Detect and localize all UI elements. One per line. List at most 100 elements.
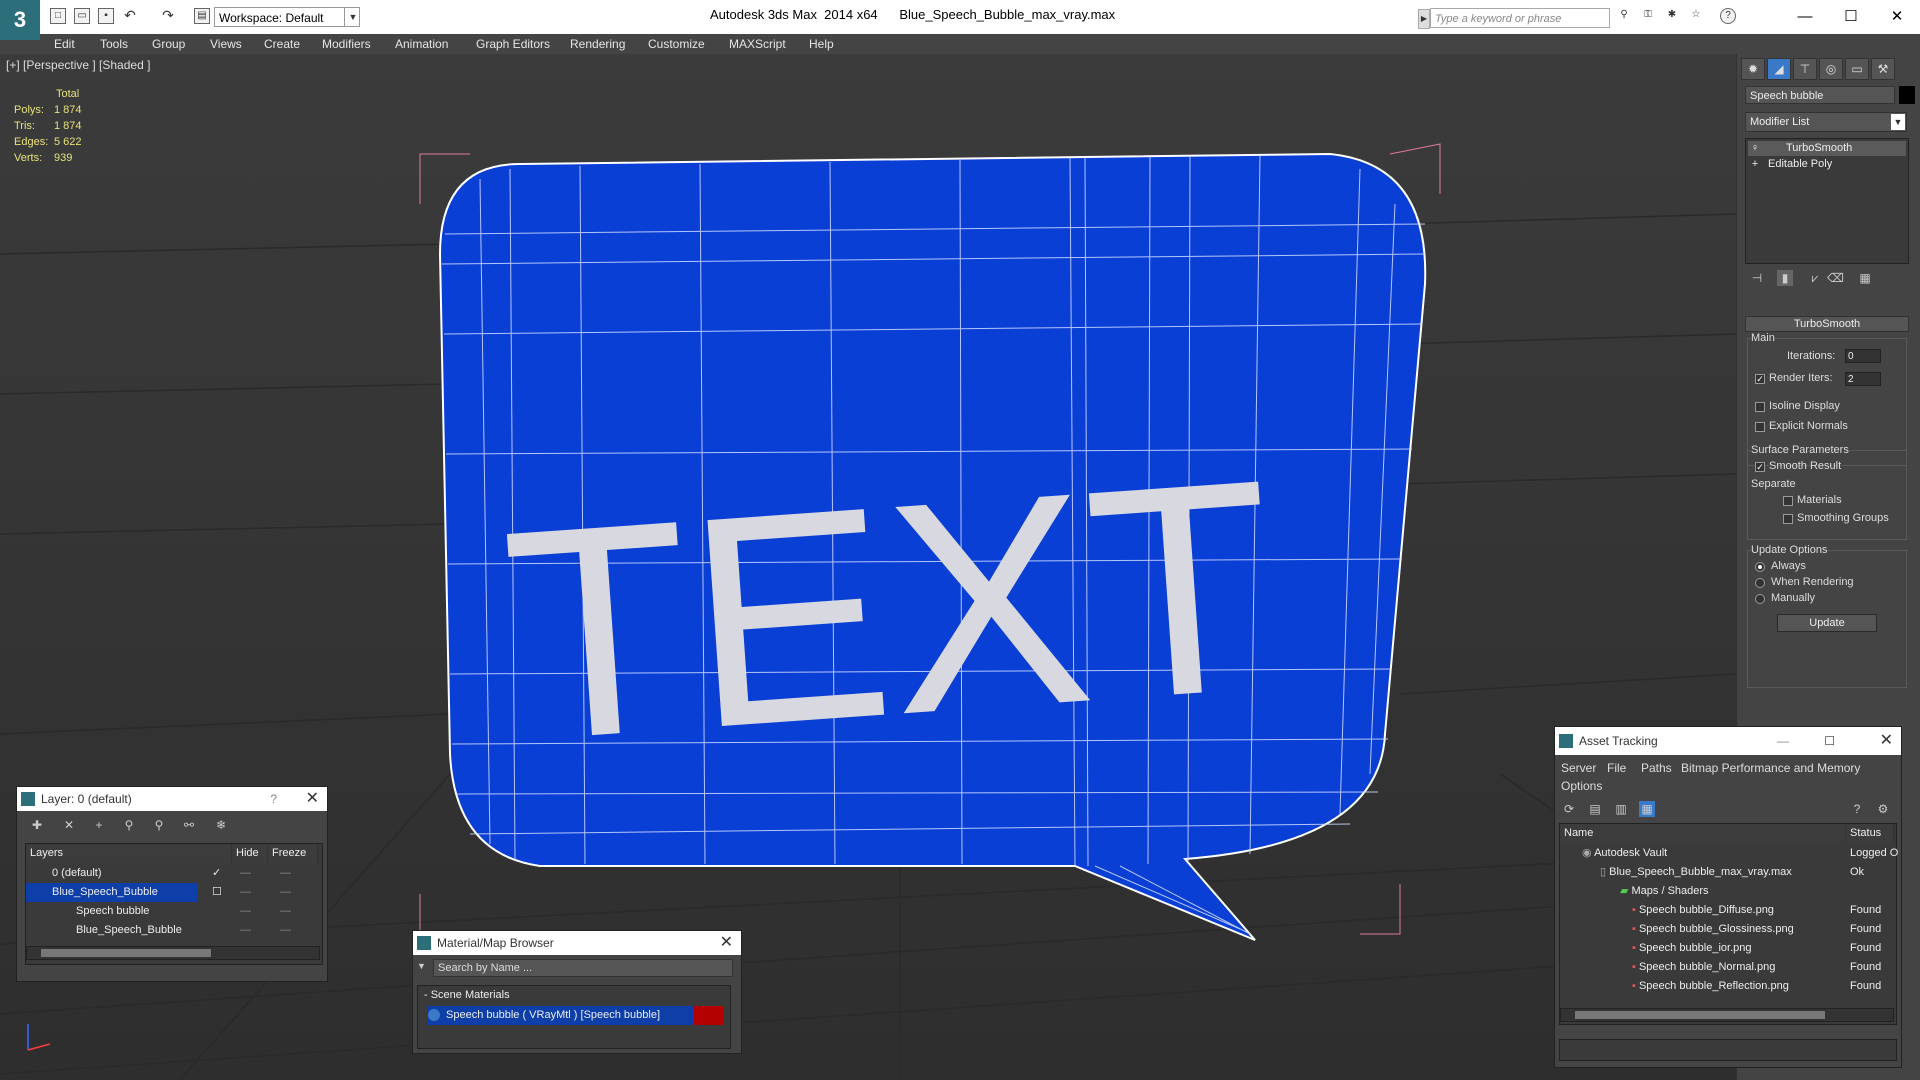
asset-row[interactable]: ▰ Maps / Shaders bbox=[1560, 882, 1894, 901]
minimize-button[interactable]: — bbox=[1790, 4, 1820, 30]
star-icon[interactable]: ☆ bbox=[1688, 8, 1704, 24]
open-file-icon[interactable]: ▭ bbox=[74, 8, 90, 24]
add-to-layer-icon[interactable]: + bbox=[91, 817, 107, 833]
layer-row[interactable]: 0 (default) ✓ — — bbox=[26, 864, 318, 883]
help-icon[interactable]: ? bbox=[1720, 8, 1736, 24]
key-icon[interactable]: ⚿ bbox=[1640, 8, 1656, 24]
close-button[interactable]: ✕ bbox=[1882, 4, 1912, 30]
save-icon[interactable]: ▪ bbox=[98, 8, 114, 24]
make-unique-icon[interactable]: ⩗ bbox=[1807, 270, 1823, 286]
hierarchy-tab-icon[interactable]: ⊤ bbox=[1793, 58, 1817, 80]
help-icon[interactable]: ? bbox=[1849, 801, 1865, 817]
delete-layer-icon[interactable]: ✕ bbox=[61, 817, 77, 833]
menu-tools[interactable]: Tools bbox=[100, 37, 128, 51]
manually-radio[interactable] bbox=[1755, 594, 1765, 604]
expand-icon[interactable]: + bbox=[1748, 157, 1762, 172]
menu-create[interactable]: Create bbox=[264, 37, 300, 51]
app-logo-icon[interactable]: 3 bbox=[0, 0, 40, 40]
lightbulb-icon[interactable]: ♀ bbox=[1748, 141, 1762, 156]
menu-customize[interactable]: Customize bbox=[648, 37, 705, 51]
turbosmooth-rollout[interactable]: TurboSmooth bbox=[1745, 316, 1909, 332]
motion-tab-icon[interactable]: ◎ bbox=[1819, 58, 1843, 80]
smooth-result-checkbox[interactable]: ✓ bbox=[1755, 462, 1765, 472]
freeze-all-icon[interactable]: ❄ bbox=[213, 817, 229, 833]
stack-item-editable-poly[interactable]: + Editable Poly bbox=[1748, 157, 1906, 172]
create-tab-icon[interactable]: ✹ bbox=[1741, 58, 1765, 80]
utilities-tab-icon[interactable]: ⚒ bbox=[1871, 58, 1895, 80]
list-view-icon[interactable]: ▤ bbox=[1587, 801, 1603, 817]
modifier-list-dropdown[interactable]: Modifier List bbox=[1745, 112, 1907, 132]
minimize-button[interactable]: — bbox=[1777, 727, 1789, 755]
menu-server[interactable]: Server bbox=[1561, 761, 1596, 775]
pin-stack-icon[interactable]: ⊣ bbox=[1749, 270, 1765, 286]
col-layers[interactable]: Layers bbox=[26, 844, 232, 863]
hide-all-icon[interactable]: ⚯ bbox=[181, 817, 197, 833]
menu-animation[interactable]: Animation bbox=[395, 37, 448, 51]
layer-row[interactable]: Blue_Speech_Bubble — — bbox=[26, 921, 318, 940]
menu-edit[interactable]: Edit bbox=[54, 37, 75, 51]
render-iters-spinner[interactable]: 2 bbox=[1845, 372, 1881, 386]
col-hide[interactable]: Hide bbox=[232, 844, 268, 863]
table-view-icon[interactable]: ▦ bbox=[1639, 801, 1655, 817]
help-icon[interactable]: ? bbox=[270, 787, 277, 811]
refresh-icon[interactable]: ⟳ bbox=[1561, 801, 1577, 817]
menu-views[interactable]: Views bbox=[210, 37, 242, 51]
layer-row[interactable]: Speech bubble — — bbox=[26, 902, 318, 921]
scene-materials-section[interactable]: - Scene Materials bbox=[424, 986, 724, 1005]
viewport-label[interactable]: [+] [Perspective ] [Shaded ] bbox=[6, 58, 150, 72]
settings-icon[interactable]: ⚙ bbox=[1875, 801, 1891, 817]
chevron-down-icon[interactable]: ▼ bbox=[344, 7, 361, 27]
chevron-down-icon[interactable]: ▼ bbox=[1891, 114, 1905, 130]
isoline-checkbox[interactable] bbox=[1755, 402, 1765, 412]
close-icon[interactable]: ✕ bbox=[720, 931, 733, 955]
redo-icon[interactable]: ↷ bbox=[160, 8, 176, 24]
asset-scrollbar[interactable] bbox=[1560, 1008, 1894, 1022]
menu-help[interactable]: Help bbox=[809, 37, 834, 51]
menu-file[interactable]: File bbox=[1607, 761, 1626, 775]
layer-window-title[interactable]: Layer: 0 (default) ? ✕ bbox=[17, 787, 327, 811]
modify-tab-icon[interactable]: ◢ bbox=[1767, 58, 1791, 80]
highlight-layer-icon[interactable]: ⚲ bbox=[151, 817, 167, 833]
asset-row[interactable]: ▪ Speech bubble_Normal.png Found bbox=[1560, 958, 1894, 977]
explicit-normals-checkbox[interactable] bbox=[1755, 422, 1765, 432]
iterations-spinner[interactable]: 0 bbox=[1845, 349, 1881, 363]
layer-scrollbar[interactable] bbox=[26, 946, 320, 960]
maximize-button[interactable]: ☐ bbox=[1836, 4, 1866, 30]
material-browser-title[interactable]: Material/Map Browser ✕ bbox=[413, 931, 741, 955]
stack-item-turbosmooth[interactable]: ♀ TurboSmooth bbox=[1748, 141, 1906, 156]
asset-row[interactable]: ▪ Speech bubble_ior.png Found bbox=[1560, 939, 1894, 958]
configure-sets-icon[interactable]: ▦ bbox=[1857, 270, 1873, 286]
asset-path-field[interactable] bbox=[1559, 1039, 1897, 1061]
modifier-stack[interactable]: ♀ TurboSmooth + Editable Poly bbox=[1745, 138, 1909, 264]
material-item[interactable]: Speech bubble ( VRayMtl ) [Speech bubble… bbox=[428, 1006, 724, 1025]
project-folder-icon[interactable]: ▤ bbox=[194, 8, 210, 24]
asset-row[interactable]: ◉ Autodesk Vault Logged O bbox=[1560, 844, 1898, 863]
menu-bitmap-performance[interactable]: Bitmap Performance and Memory bbox=[1681, 761, 1860, 775]
asset-row[interactable]: ▪ Speech bubble_Diffuse.png Found bbox=[1560, 901, 1894, 920]
select-objects-icon[interactable]: ⚲ bbox=[121, 817, 137, 833]
menu-paths[interactable]: Paths bbox=[1641, 761, 1672, 775]
close-icon[interactable]: ✕ bbox=[1880, 727, 1893, 755]
always-radio[interactable] bbox=[1755, 562, 1765, 572]
materials-checkbox[interactable] bbox=[1783, 496, 1793, 506]
menu-rendering[interactable]: Rendering bbox=[570, 37, 625, 51]
object-name-field[interactable]: Speech bubble bbox=[1745, 86, 1895, 104]
when-rendering-radio[interactable] bbox=[1755, 578, 1765, 588]
material-search-input[interactable]: Search by Name ... bbox=[433, 959, 733, 977]
create-layer-icon[interactable]: ✚ bbox=[29, 817, 45, 833]
comm-center-icon[interactable]: ✱ bbox=[1664, 8, 1680, 24]
menu-options[interactable]: Options bbox=[1561, 779, 1602, 793]
search-input[interactable]: Type a keyword or phrase bbox=[1430, 8, 1610, 28]
update-button[interactable]: Update bbox=[1777, 614, 1877, 632]
object-color-swatch[interactable] bbox=[1899, 86, 1915, 104]
display-tab-icon[interactable]: ▭ bbox=[1845, 58, 1869, 80]
asset-tracking-title[interactable]: Asset Tracking — ☐ ✕ bbox=[1555, 727, 1901, 755]
workspace-dropdown[interactable]: Workspace: Default bbox=[214, 7, 360, 27]
tree-view-icon[interactable]: ▥ bbox=[1613, 801, 1629, 817]
new-file-icon[interactable]: □ bbox=[50, 8, 66, 24]
maximize-button[interactable]: ☐ bbox=[1824, 727, 1835, 755]
menu-modifiers[interactable]: Modifiers bbox=[322, 37, 371, 51]
binoculars-icon[interactable]: ⚲ bbox=[1616, 8, 1632, 24]
render-iters-checkbox[interactable]: ✓ bbox=[1755, 374, 1765, 384]
asset-row[interactable]: ▯ Blue_Speech_Bubble_max_vray.max Ok bbox=[1560, 863, 1894, 882]
